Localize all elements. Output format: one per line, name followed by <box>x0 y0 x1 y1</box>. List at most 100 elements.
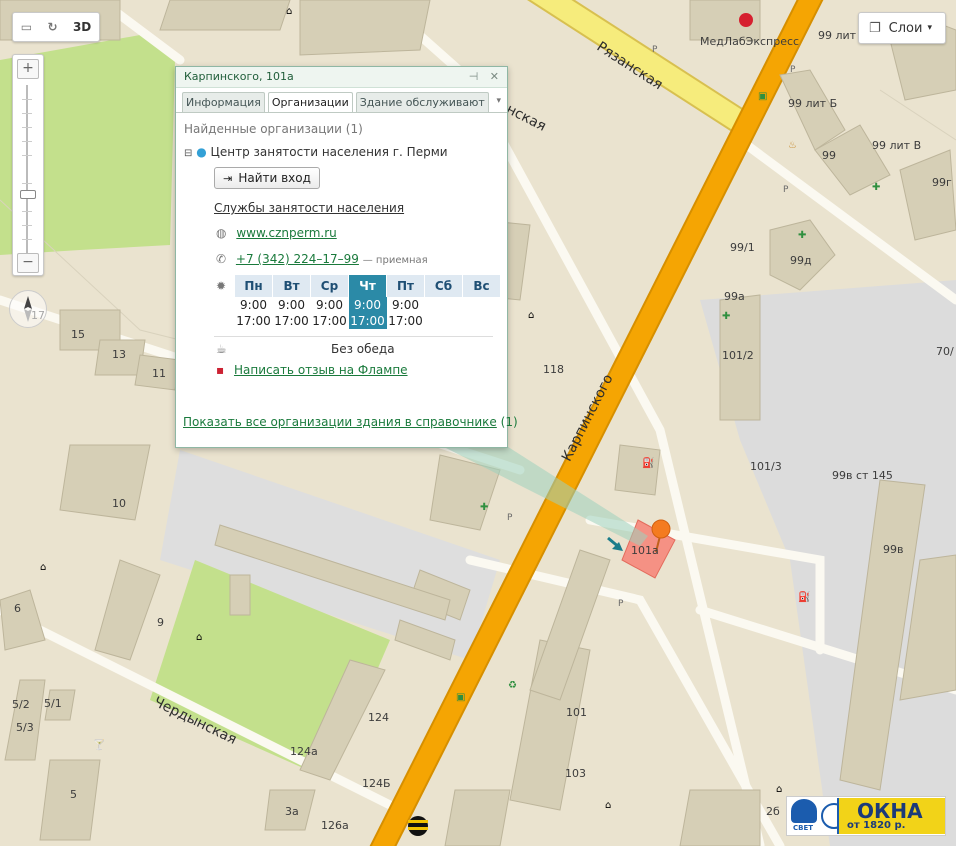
pharmacy-icon[interactable]: ✚ <box>872 182 880 194</box>
org-name[interactable]: Центр занятости населения г. Перми <box>211 145 448 159</box>
home-icon[interactable]: ⌂ <box>776 784 782 796</box>
gas-station-icon[interactable]: ⛽ <box>642 458 654 470</box>
schedule-open-time <box>425 297 463 313</box>
enter-icon: ⇥ <box>223 171 233 185</box>
layers-button[interactable]: ❐ Слои ▾ <box>858 12 946 44</box>
home-icon[interactable]: ⌂ <box>528 310 534 322</box>
schedule-close-time <box>463 313 501 329</box>
building-label: 9 <box>157 616 164 629</box>
pharmacy-icon[interactable]: ✚ <box>722 311 730 323</box>
card-title: Карпинского, 101а <box>184 70 294 83</box>
map-canvas[interactable]: Рязанская Карпинского Чердынская нская М… <box>0 0 956 846</box>
schedule-open-time: 9:00 <box>278 298 305 312</box>
building-label: 124Б <box>362 777 391 790</box>
schedule-open-time: 9:00 <box>392 298 419 312</box>
tab-building-services[interactable]: Здание обслуживают <box>355 92 489 113</box>
building-label: 10 <box>112 497 126 510</box>
schedule-day: Вт <box>272 275 311 297</box>
ad-yellow-panel: ОКНА от 1820 р. <box>837 798 945 834</box>
building-label: 99в ст 145 <box>832 469 893 482</box>
home-icon[interactable]: ⌂ <box>196 632 202 644</box>
collapse-icon[interactable]: ⊟ <box>184 148 192 159</box>
schedule-day: Вс <box>462 275 500 297</box>
view-3d-button[interactable]: 3D <box>73 20 91 34</box>
gas-station-icon[interactable]: ⛽ <box>798 592 810 604</box>
bar-icon[interactable]: 🍸 <box>93 740 105 752</box>
building-label: 5/2 <box>12 698 30 711</box>
ruler-icon[interactable]: ▭ <box>21 20 32 34</box>
find-entrance-button[interactable]: ⇥ Найти вход <box>214 167 320 189</box>
building-label: 99 лит В <box>872 139 922 152</box>
building-label: 99/1 <box>730 241 755 254</box>
website-row: ◍ www.cznperm.ru <box>216 226 337 240</box>
phone-link[interactable]: +7 (342) 224–17–99 <box>236 252 359 266</box>
building-label: 124а <box>290 745 318 758</box>
pharmacy-icon[interactable]: ✚ <box>798 230 806 242</box>
chevron-down-icon: ▾ <box>927 23 932 33</box>
recycle-icon[interactable]: ♻ <box>508 680 517 692</box>
org-row: ⊟ ● Центр занятости населения г. Перми <box>184 145 448 159</box>
phone-row: ✆ +7 (342) 224–17–99 — приемная <box>216 252 428 266</box>
show-all-count: (1) <box>500 415 518 429</box>
layers-label: Слои <box>888 20 923 36</box>
building-label: 70/ <box>936 345 954 358</box>
coffee-icon: ☕ <box>216 342 227 356</box>
schedule-close-time: 17:00 <box>348 313 387 329</box>
building-label: 3а <box>285 805 299 818</box>
bus-stop-icon[interactable]: ▣ <box>758 91 767 103</box>
schedule-day: Пн <box>234 275 273 297</box>
tab-info[interactable]: Информация <box>182 92 265 113</box>
building-label-101a[interactable]: 101а <box>631 545 659 557</box>
map-toolbar: ▭ ↻ 3D <box>12 12 100 42</box>
flamp-icon: ▪ <box>216 363 225 377</box>
zoom-track[interactable] <box>26 85 28 253</box>
schedule-open-time: 9:00 <box>240 298 267 312</box>
building-label: 15 <box>71 328 85 341</box>
tab-organizations[interactable]: Организации <box>267 92 353 113</box>
tabs-dropdown-icon[interactable]: ▾ <box>496 96 501 106</box>
pharmacy-icon[interactable]: ✚ <box>480 502 488 514</box>
home-icon[interactable]: ⌂ <box>286 6 292 18</box>
zoom-in-button[interactable]: + <box>17 59 39 79</box>
schedule-close-time: 17:00 <box>236 314 271 328</box>
website-link[interactable]: www.cznperm.ru <box>236 226 336 240</box>
category-link[interactable]: Службы занятости населения <box>214 201 404 215</box>
zoom-out-button[interactable]: − <box>17 253 39 273</box>
show-all-link[interactable]: Показать все организации здания в справо… <box>183 415 497 429</box>
building-label: 124 <box>368 711 389 724</box>
bus-stop-icon[interactable]: ▣ <box>456 692 465 704</box>
compass-icon[interactable] <box>9 290 47 328</box>
zoom-handle[interactable] <box>20 190 36 199</box>
building-info-card: Карпинского, 101а ⊣ ✕ Информация Организ… <box>175 66 518 448</box>
lunch-label: Без обеда <box>331 342 395 356</box>
compass-rotate-icon[interactable]: ↻ <box>47 20 57 34</box>
home-icon[interactable]: ⌂ <box>605 800 611 812</box>
card-header: Карпинского, 101а ⊣ ✕ <box>176 67 507 88</box>
building-label: 126а <box>321 819 349 832</box>
lunch-row: ☕ Без обеда <box>216 342 395 356</box>
ad-banner[interactable]: СВЕТ ОКНА от 1820 р. <box>786 796 946 836</box>
building-label: 99г <box>932 176 952 189</box>
building-label: 101/2 <box>722 349 754 362</box>
poi-label-medlab[interactable]: МедЛабЭкспресс <box>700 36 799 48</box>
cafe-icon[interactable]: ♨ <box>788 140 797 152</box>
building-label: 99в <box>883 543 904 556</box>
layers-icon: ❐ <box>869 20 881 36</box>
zoom-control: + − <box>12 54 44 276</box>
schedule-close-time: 17:00 <box>274 314 309 328</box>
schedule-open-time: 9:00 <box>348 297 387 313</box>
home-icon[interactable]: ⌂ <box>40 562 46 574</box>
building-label: 99д <box>790 254 812 267</box>
pin-icon[interactable]: ⊣ <box>469 70 479 83</box>
close-icon[interactable]: ✕ <box>490 70 499 83</box>
card-tabs: Информация Организации Здание обслуживаю… <box>182 92 489 113</box>
show-all-row: Показать все организации здания в справо… <box>183 415 518 429</box>
building-label: 103 <box>565 767 586 780</box>
parking-label: P <box>783 185 789 195</box>
building-label: 5/3 <box>16 721 34 734</box>
schedule-day: Пт <box>386 275 425 297</box>
schedule-day: Чт <box>348 275 387 297</box>
review-link[interactable]: Написать отзыв на Флампе <box>234 363 408 377</box>
schedule-close-time: 17:00 <box>312 314 347 328</box>
building-label: 118 <box>543 363 564 376</box>
